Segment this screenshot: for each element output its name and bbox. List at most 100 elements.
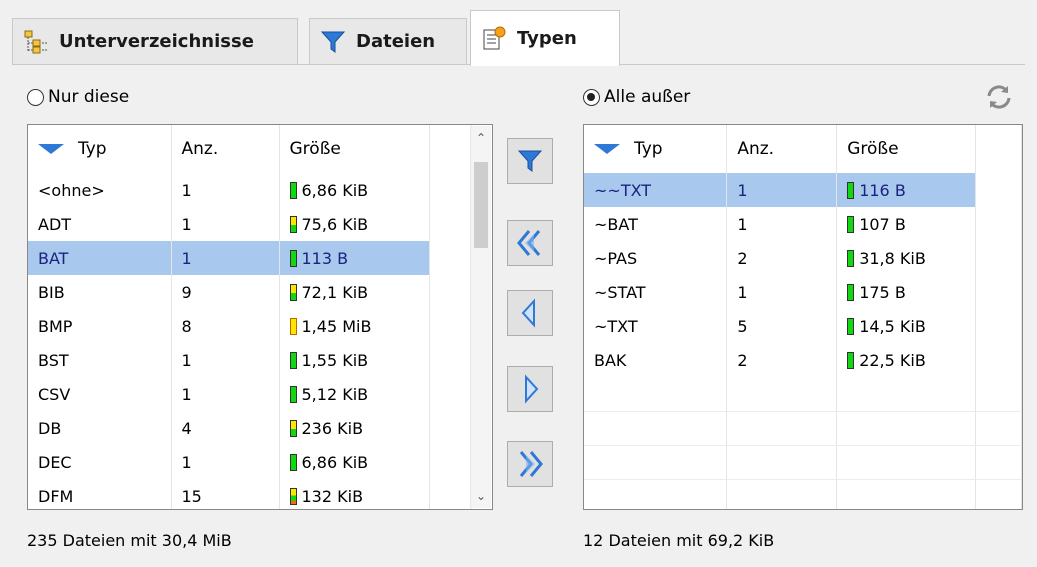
filter-icon: [517, 150, 543, 172]
tab-typen[interactable]: Typen: [470, 10, 620, 66]
table-row[interactable]: DB 4 236 KiB: [28, 411, 472, 445]
table-row[interactable]: BAK 2 22,5 KiB: [584, 343, 1022, 377]
cell-count: 9: [171, 275, 280, 309]
scroll-up-icon[interactable]: ⌃: [471, 128, 491, 148]
cell-count: 8: [171, 309, 280, 343]
scroll-down-icon[interactable]: ⌄: [471, 486, 491, 506]
table-row[interactable]: DEC 1 6,86 KiB: [28, 445, 472, 479]
table-row[interactable]: DFM 15 132 KiB: [28, 479, 472, 509]
column-label: Typ: [634, 139, 663, 159]
cell-count: 15: [171, 479, 280, 509]
move-all-right-button[interactable]: [507, 441, 553, 487]
size-bar-icon: [847, 283, 855, 301]
column-header-anz[interactable]: Anz.: [726, 125, 838, 173]
cell-count: 2: [726, 343, 838, 377]
cell-empty: [429, 241, 472, 275]
radio-circle[interactable]: [27, 88, 44, 106]
move-all-left-button[interactable]: [507, 220, 553, 266]
cell-type: DB: [28, 411, 172, 445]
cell-empty: [429, 173, 472, 207]
filter-icon: [320, 29, 346, 55]
table-row[interactable]: BST 1 1,55 KiB: [28, 343, 472, 377]
cell-size: 132 KiB: [279, 479, 430, 509]
radio-label: Nur diese: [48, 87, 130, 107]
double-right-arrow-icon: [519, 451, 543, 477]
refresh-icon[interactable]: [984, 82, 1014, 112]
table-row[interactable]: CSV 1 5,12 KiB: [28, 377, 472, 411]
table-row[interactable]: ~TXT 5 14,5 KiB: [584, 309, 1022, 343]
cell-type: BST: [28, 343, 172, 377]
cell-empty: [429, 343, 472, 377]
cell-count: 1: [171, 377, 280, 411]
column-header-typ[interactable]: Typ: [584, 125, 728, 173]
size-value: 75,6 KiB: [301, 214, 369, 234]
size-bar-icon: [289, 453, 297, 471]
vertical-scrollbar[interactable]: ⌃ ⌄: [470, 126, 491, 508]
cell-size: 113 B: [279, 241, 430, 275]
move-left-button[interactable]: [507, 290, 553, 336]
table-row[interactable]: ~BAT 1 107 B: [584, 207, 1022, 241]
cell-size: 1,45 MiB: [279, 309, 430, 343]
size-bar-icon: [289, 385, 297, 403]
column-header-anz[interactable]: Anz.: [171, 125, 280, 173]
size-value: 6,86 KiB: [301, 452, 369, 472]
size-value: 113 B: [301, 248, 349, 268]
move-right-button[interactable]: [507, 366, 553, 412]
scrollbar-thumb[interactable]: [474, 162, 488, 248]
cell-size: 5,12 KiB: [279, 377, 430, 411]
tab-dateien[interactable]: Dateien: [309, 18, 467, 64]
column-header-groesse[interactable]: Größe: [836, 125, 977, 173]
cell-type: ADT: [28, 207, 172, 241]
cell-empty: [429, 479, 472, 509]
radio-circle[interactable]: [583, 88, 600, 106]
cell-count: 5: [726, 309, 838, 343]
cell-empty: [975, 343, 1022, 377]
filter-button[interactable]: [507, 138, 553, 184]
tab-label: Dateien: [356, 31, 436, 52]
tab-unterverzeichnisse[interactable]: Unterverzeichnisse: [12, 18, 298, 64]
size-bar-icon: [289, 181, 297, 199]
column-header-groesse[interactable]: Größe: [279, 125, 430, 173]
table-row[interactable]: ~~TXT 1 116 B: [584, 173, 1022, 207]
included-types-list[interactable]: Typ Anz. Größe <ohne> 1 6,86 KiB ADT 1 75,6 K…: [27, 124, 493, 510]
left-status-text: 235 Dateien mit 30,4 MiB: [27, 531, 232, 550]
column-header-typ[interactable]: Typ: [28, 125, 172, 173]
table-row[interactable]: ~PAS 2 31,8 KiB: [584, 241, 1022, 275]
cell-type: ~STAT: [584, 275, 728, 309]
cell-type: BAK: [584, 343, 728, 377]
table-row[interactable]: BAT 1 113 B: [28, 241, 472, 275]
cell-count: 1: [171, 445, 280, 479]
size-value: 175 B: [859, 282, 906, 302]
double-left-arrow-icon: [517, 230, 541, 256]
cell-type: ~~TXT: [584, 173, 728, 207]
cell-count: 1: [171, 207, 280, 241]
table-row[interactable]: BIB 9 72,1 KiB: [28, 275, 472, 309]
radio-label: Alle außer: [604, 87, 691, 107]
cell-empty: [429, 411, 472, 445]
cell-count: 1: [726, 173, 838, 207]
tab-bar: Unterverzeichnisse Dateien Typen: [12, 8, 1025, 66]
size-value: 107 B: [859, 214, 906, 234]
sort-down-icon: [594, 144, 620, 154]
cell-empty: [975, 309, 1022, 343]
cell-type: ~BAT: [584, 207, 728, 241]
table-row[interactable]: <ohne> 1 6,86 KiB: [28, 173, 472, 207]
cell-empty: [975, 207, 1022, 241]
cell-type: BIB: [28, 275, 172, 309]
size-bar-icon: [289, 249, 297, 267]
size-bar-icon: [847, 249, 855, 267]
table-row[interactable]: ADT 1 75,6 KiB: [28, 207, 472, 241]
table-row[interactable]: BMP 8 1,45 MiB: [28, 309, 472, 343]
cell-size: 14,5 KiB: [836, 309, 977, 343]
empty-row: [584, 479, 1022, 509]
radio-nur-diese[interactable]: Nur diese: [27, 87, 129, 107]
cell-type: ~TXT: [584, 309, 728, 343]
table-row[interactable]: ~STAT 1 175 B: [584, 275, 1022, 309]
tab-label: Typen: [517, 28, 577, 49]
cell-type: BMP: [28, 309, 172, 343]
radio-alle-ausser[interactable]: Alle außer: [583, 87, 690, 107]
excluded-types-list[interactable]: Typ Anz. Größe ~~TXT 1 116 B ~BAT 1 107 B ~PAS…: [583, 124, 1023, 510]
size-value: 236 KiB: [301, 418, 364, 438]
cell-empty: [429, 207, 472, 241]
size-bar-icon: [289, 419, 297, 437]
